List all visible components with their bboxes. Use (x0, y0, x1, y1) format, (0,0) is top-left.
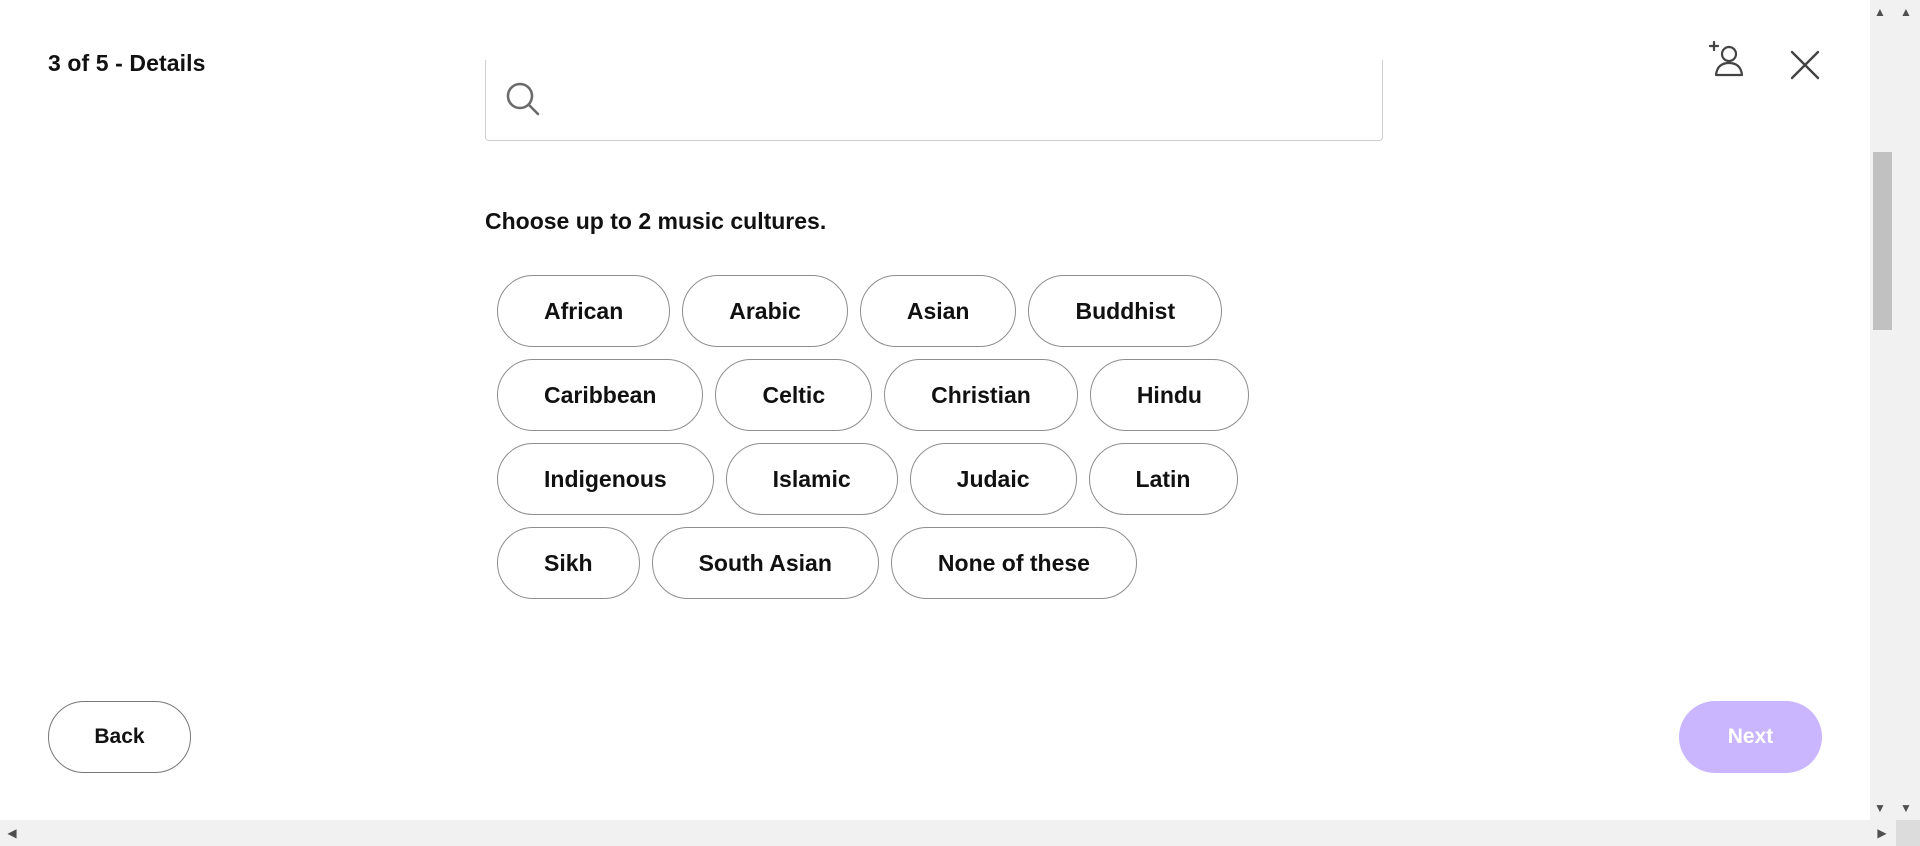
chip-arabic[interactable]: Arabic (682, 275, 848, 347)
chip-islamic[interactable]: Islamic (725, 443, 898, 515)
horizontal-scrollbar[interactable]: ◀ ▶ (0, 820, 1920, 846)
scrollbar-corner (1896, 820, 1920, 846)
chip-asian[interactable]: Asian (859, 275, 1017, 347)
chip-row: Caribbean Celtic Christian Hindu (497, 359, 1297, 431)
search-icon (504, 80, 542, 118)
outer-scroll-up-arrow-icon[interactable]: ▲ (1896, 0, 1916, 24)
chip-buddhist[interactable]: Buddhist (1028, 275, 1223, 347)
next-button[interactable]: Next (1679, 701, 1822, 773)
add-user-icon[interactable] (1706, 40, 1746, 80)
chip-hindu[interactable]: Hindu (1089, 359, 1249, 431)
chip-row: African Arabic Asian Buddhist (497, 275, 1297, 347)
chip-none-of-these[interactable]: None of these (890, 527, 1137, 599)
chip-latin[interactable]: Latin (1088, 443, 1238, 515)
chip-row: Sikh South Asian None of these (497, 527, 1297, 599)
back-button[interactable]: Back (48, 701, 191, 773)
chip-indigenous[interactable]: Indigenous (497, 443, 714, 515)
dialog: 3 of 5 - Details Choose up to 2 music cu… (0, 0, 1870, 820)
instruction-text: Choose up to 2 music cultures. (485, 208, 827, 234)
chip-caribbean[interactable]: Caribbean (497, 359, 704, 431)
scroll-down-arrow-icon[interactable]: ▼ (1870, 796, 1890, 820)
scroll-up-arrow-icon[interactable]: ▲ (1870, 0, 1890, 24)
culture-chip-group: African Arabic Asian Buddhist Caribbean … (497, 275, 1297, 611)
outer-scroll-down-arrow-icon[interactable]: ▼ (1896, 796, 1916, 820)
chip-celtic[interactable]: Celtic (715, 359, 873, 431)
scrollbar-thumb[interactable] (1873, 152, 1892, 330)
chip-sikh[interactable]: Sikh (497, 527, 640, 599)
vertical-scrollbar[interactable]: ▲ ▼ ▲ ▼ (1870, 0, 1920, 820)
scroll-left-arrow-icon[interactable]: ◀ (4, 820, 20, 846)
chip-judaic[interactable]: Judaic (909, 443, 1077, 515)
scroll-right-arrow-icon[interactable]: ▶ (1874, 820, 1890, 846)
chip-christian[interactable]: Christian (884, 359, 1078, 431)
close-icon[interactable] (1788, 48, 1822, 82)
search-input[interactable] (556, 78, 1360, 124)
chip-row: Indigenous Islamic Judaic Latin (497, 443, 1297, 515)
chip-south-asian[interactable]: South Asian (651, 527, 879, 599)
search-box (485, 60, 1383, 141)
chip-african[interactable]: African (497, 275, 671, 347)
step-title: 3 of 5 - Details (48, 50, 206, 76)
